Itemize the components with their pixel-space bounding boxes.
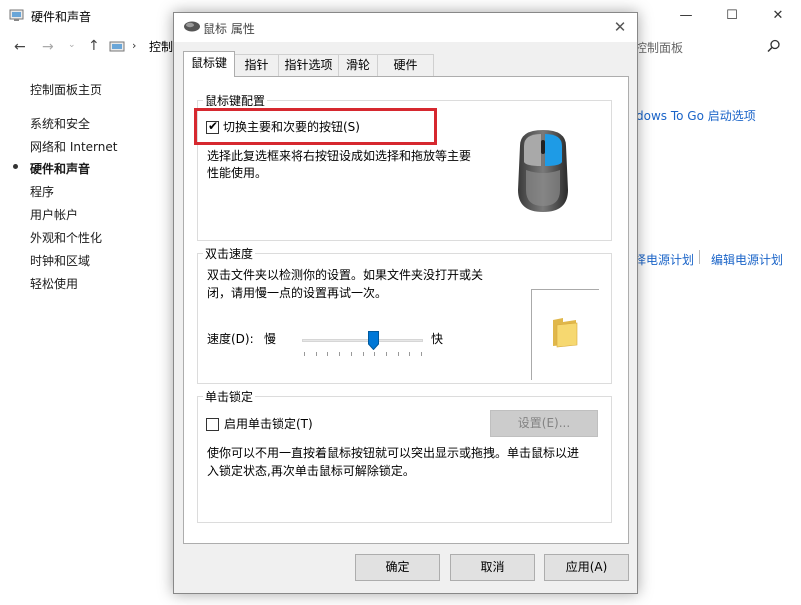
click-lock-label[interactable]: 启用单击锁定(T) — [224, 415, 313, 433]
highlight-annotation — [194, 108, 437, 145]
button-config-description-line1: 选择此复选框来将右按钮设成如选择和拖放等主要 — [207, 149, 472, 163]
dialog-title: 鼠标 属性 — [203, 22, 255, 36]
speed-slider-thumb[interactable] — [368, 331, 379, 350]
double-click-description-line1: 双击文件夹以检测你的设置。如果文件夹没打开或关 — [207, 268, 484, 282]
search-input[interactable]: 控制面板 — [635, 39, 683, 56]
link-divider — [699, 250, 700, 264]
slider-tick — [304, 352, 305, 356]
click-lock-settings-button[interactable]: 设置(E)... — [490, 410, 598, 437]
sidebar-item-appearance[interactable]: 外观和个性化 — [30, 229, 102, 246]
double-click-group-label: 双击速度 — [203, 245, 256, 262]
tab-pointer-options[interactable]: 指针选项 — [278, 54, 339, 76]
slider-tick — [421, 352, 422, 356]
click-lock-group-label: 单击锁定 — [203, 388, 256, 405]
tab-hardware[interactable]: 硬件 — [377, 54, 434, 76]
speed-label: 速度(D): — [207, 332, 254, 346]
sidebar-item-system-security[interactable]: 系统和安全 — [30, 115, 90, 132]
edit-power-plan-link[interactable]: 编辑电源计划 — [711, 251, 783, 268]
click-lock-description-line2: 入锁定状态,再次单击鼠标可解除锁定。 — [207, 464, 415, 478]
breadcrumb-chevron-icon: › — [132, 39, 137, 52]
slider-tick — [316, 352, 317, 356]
slider-tick — [351, 352, 352, 356]
dialog-titlebar[interactable]: 鼠标 属性 ✕ — [174, 13, 637, 42]
control-panel-title: 硬件和声音 — [31, 10, 92, 24]
slider-tick — [386, 352, 387, 356]
close-window-button[interactable]: ✕ — [755, 0, 801, 31]
sidebar-item-hardware-sound[interactable]: 硬件和声音 — [30, 160, 90, 177]
tab-wheel[interactable]: 滑轮 — [338, 54, 378, 76]
search-icon[interactable] — [767, 39, 781, 53]
tab-buttons[interactable]: 鼠标键 — [183, 51, 235, 77]
slow-label: 慢 — [264, 332, 277, 346]
button-config-group-label: 鼠标键配置 — [203, 92, 268, 109]
slider-tick — [409, 352, 410, 356]
control-panel-icon — [9, 9, 24, 21]
recent-chevron-icon[interactable]: ⌄ — [68, 40, 76, 50]
fast-label: 快 — [431, 332, 444, 346]
active-bullet-icon — [13, 164, 18, 169]
sidebar-item-network[interactable]: 网络和 Internet — [30, 138, 117, 155]
slider-tick — [339, 352, 340, 356]
tab-pointers[interactable]: 指针 — [234, 54, 279, 76]
double-click-test-area[interactable] — [531, 289, 599, 380]
address-bar[interactable]: 控制 — [149, 38, 173, 55]
mouse-illustration-icon — [518, 130, 568, 212]
slider-tick — [374, 352, 375, 356]
maximize-button[interactable]: ☐ — [709, 0, 755, 31]
slider-tick — [363, 352, 364, 356]
sidebar-item-home[interactable]: 控制面板主页 — [30, 81, 102, 98]
sidebar-item-ease-of-access[interactable]: 轻松使用 — [30, 275, 78, 292]
slider-tick — [398, 352, 399, 356]
apply-button[interactable]: 应用(A) — [544, 554, 629, 581]
button-config-description-line2: 性能使用。 — [207, 166, 268, 180]
mouse-icon — [184, 21, 200, 32]
click-lock-checkbox[interactable] — [206, 418, 219, 431]
ok-button[interactable]: 确定 — [355, 554, 440, 581]
cancel-button[interactable]: 取消 — [450, 554, 535, 581]
folder-icon[interactable] — [550, 316, 580, 348]
choose-power-plan-link[interactable]: 择电源计划 — [634, 251, 694, 268]
dialog-close-button[interactable]: ✕ — [610, 17, 630, 37]
address-folder-icon — [109, 41, 125, 52]
double-click-description-line2: 闭，请用慢一点的设置再试一次。 — [207, 286, 388, 300]
windows-to-go-link[interactable]: dows To Go 启动选项 — [636, 107, 756, 124]
forward-arrow-icon[interactable]: → — [42, 39, 54, 55]
sidebar-item-clock-region[interactable]: 时钟和区域 — [30, 252, 90, 269]
sidebar-item-user-accounts[interactable]: 用户帐户 — [30, 206, 78, 223]
slider-tick — [327, 352, 328, 356]
back-arrow-icon[interactable]: ← — [14, 39, 26, 55]
sidebar-item-programs[interactable]: 程序 — [30, 183, 54, 200]
minimize-button[interactable]: — — [663, 0, 709, 31]
click-lock-description-line1: 使你可以不用一直按着鼠标按钮就可以突出显示或拖拽。单击鼠标以进 — [207, 446, 580, 460]
speed-slider-track[interactable] — [302, 339, 423, 342]
up-arrow-icon[interactable]: ↑ — [88, 38, 100, 54]
